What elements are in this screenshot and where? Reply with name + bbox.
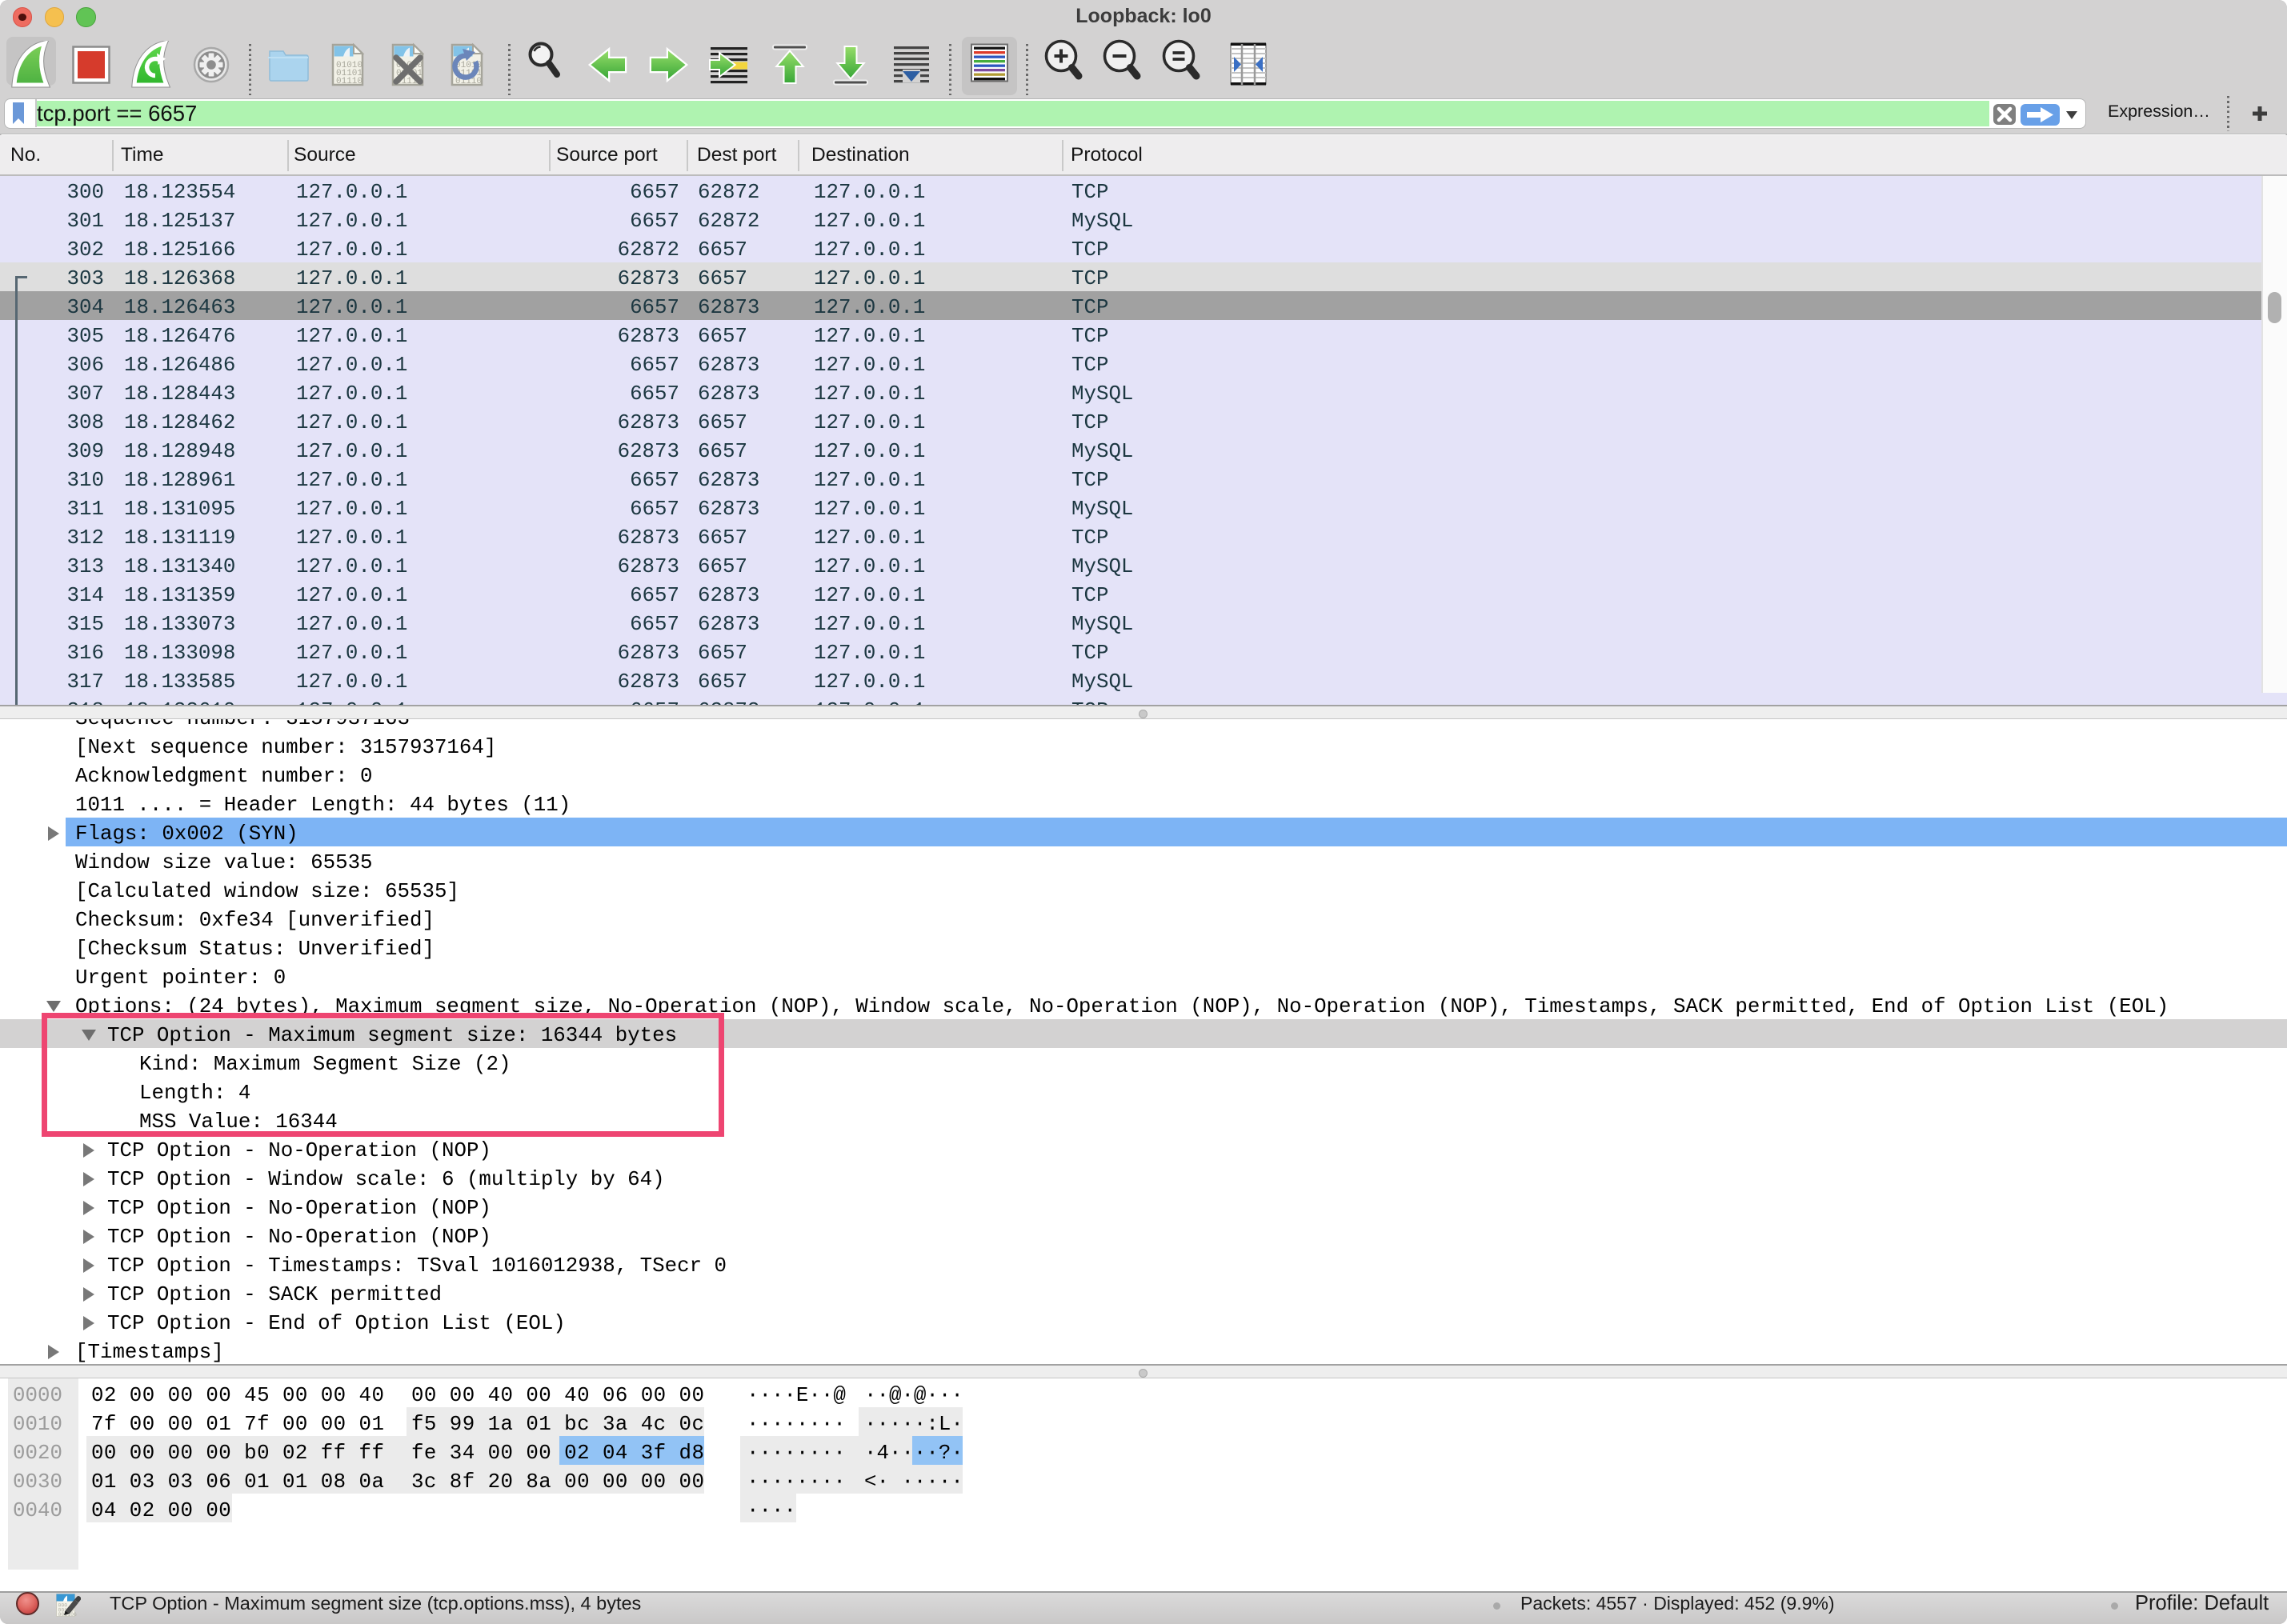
svg-text:01110: 01110	[336, 77, 362, 86]
